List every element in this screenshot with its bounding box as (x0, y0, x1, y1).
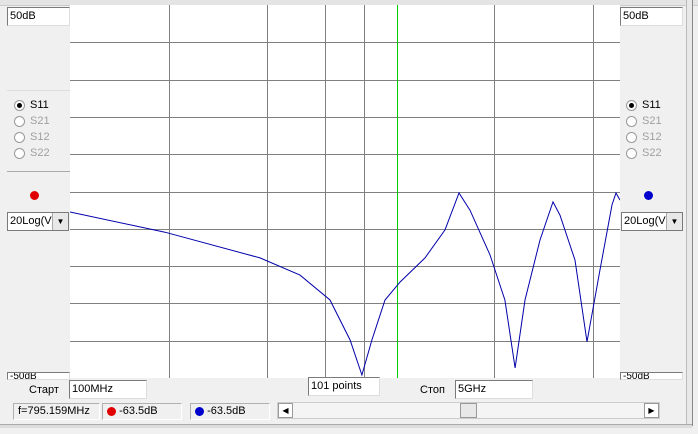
start-label: Старт (29, 384, 59, 396)
radio-label: S22 (642, 147, 662, 159)
radio-label: S11 (30, 99, 49, 111)
radio-icon (626, 99, 637, 111)
format-value: 20Log(V) (10, 215, 56, 227)
blue-dot-icon (195, 406, 204, 416)
scroll-right-button[interactable]: ▶ (644, 403, 659, 418)
right-radio-s22[interactable]: S22 (626, 145, 662, 161)
red-dot-icon (107, 406, 116, 416)
radio-icon (14, 115, 25, 127)
radio-label: S12 (642, 131, 662, 143)
start-frequency-input[interactable]: 100MHz (69, 380, 147, 399)
trace-s11 (70, 191, 620, 377)
radio-icon (14, 147, 25, 159)
left-scale-bottom-field[interactable]: -50dB (7, 372, 70, 380)
right-format-select[interactable]: 20Log(V) ▼ (621, 212, 683, 231)
marker2-readout: -63.5dB (190, 403, 270, 420)
left-format-select[interactable]: 20Log(V) ▼ (7, 212, 69, 231)
radio-icon (626, 131, 637, 143)
scroll-left-button[interactable]: ◀ (278, 403, 293, 418)
radio-label: S21 (642, 115, 662, 127)
left-radio-s22[interactable]: S22 (14, 145, 50, 161)
frequency-readout: f=795.159MHz (13, 403, 100, 420)
right-scale-bottom-field[interactable]: -50dB (620, 372, 683, 380)
window-bottom-border (0, 424, 692, 428)
right-scale-top-field[interactable]: 50dB (620, 7, 683, 26)
marker1-value: -63.5dB (119, 405, 158, 417)
radio-label: S22 (30, 147, 50, 159)
left-radio-s11[interactable]: S11 (14, 97, 49, 113)
window-right-border (686, 0, 693, 426)
right-radio-s21[interactable]: S21 (626, 113, 662, 129)
stop-frequency-input[interactable]: 5GHz (455, 380, 533, 399)
right-marker-dot-icon[interactable] (644, 191, 653, 200)
right-radio-s12[interactable]: S12 (626, 129, 662, 145)
format-value: 20Log(V) (624, 215, 670, 227)
right-radio-s11[interactable]: S11 (626, 97, 661, 113)
left-marker-dot-icon[interactable] (30, 191, 39, 200)
frequency-scrollbar[interactable]: ◀ ▶ (277, 402, 660, 419)
radio-icon (626, 115, 637, 127)
marker2-value: -63.5dB (207, 405, 246, 417)
left-radio-s21[interactable]: S21 (14, 113, 50, 129)
chevron-down-icon: ▼ (666, 213, 682, 230)
radio-label: S12 (30, 131, 50, 143)
plot-area[interactable] (70, 5, 620, 378)
radio-label: S21 (30, 115, 50, 127)
trace-plot (70, 5, 620, 378)
radio-label: S11 (642, 99, 661, 111)
stop-label: Стоп (420, 384, 445, 396)
radio-icon (14, 99, 25, 111)
scrollbar-thumb[interactable] (460, 403, 477, 418)
marker1-readout: -63.5dB (102, 403, 182, 420)
chevron-down-icon: ▼ (52, 213, 68, 230)
points-input[interactable]: 101 points (308, 377, 380, 396)
radio-icon (626, 147, 637, 159)
radio-icon (14, 131, 25, 143)
left-scale-top-field[interactable]: 50dB (7, 7, 70, 26)
left-radio-s12[interactable]: S12 (14, 129, 50, 145)
